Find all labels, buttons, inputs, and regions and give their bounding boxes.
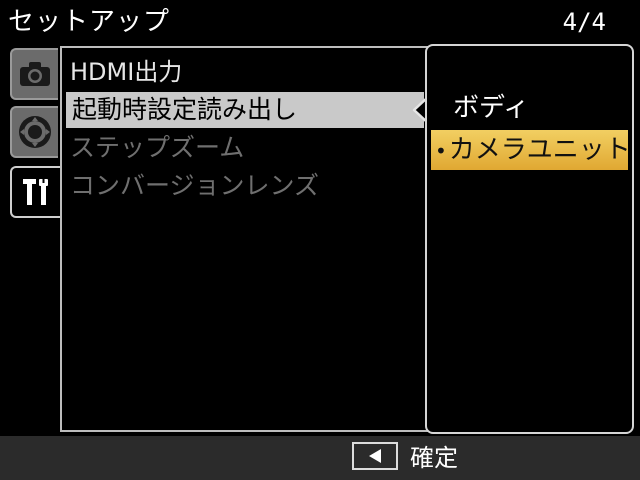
tab-shooting[interactable] <box>10 48 58 100</box>
page-title: セットアップ <box>8 7 171 37</box>
menu-item-hdmi-output[interactable]: HDMI出力 <box>70 54 182 90</box>
option-label: カメラユニット <box>448 135 631 165</box>
menu-item-startup-settings[interactable]: 起動時設定読み出し <box>66 92 424 128</box>
menu-item-conversion-lens[interactable]: コンバージョンレンズ <box>70 168 319 204</box>
menu-panel: HDMI出力 起動時設定読み出し ステップズーム コンバージョンレンズ <box>60 46 432 432</box>
camera-menu-screen: セットアップ 4/4 HDMI出力 起動時設定読み出し ステップズーム コンバー… <box>0 0 640 480</box>
wrench-screwdriver-icon <box>23 179 48 205</box>
tab-setup[interactable] <box>10 166 62 218</box>
tab-playback[interactable] <box>10 106 58 158</box>
left-key-button[interactable] <box>352 442 398 470</box>
confirm-label: 確定 <box>410 444 458 472</box>
option-camera-unit[interactable]: •カメラユニット <box>431 130 631 170</box>
option-body[interactable]: ボディ <box>431 88 628 128</box>
option-label: ボディ <box>453 93 530 123</box>
camera-icon <box>20 62 50 86</box>
footer-bar: 確定 <box>0 436 640 480</box>
submenu-panel: ボディ •カメラユニット <box>425 44 634 434</box>
left-arrow-key-icon <box>369 449 381 463</box>
menu-item-step-zoom[interactable]: ステップズーム <box>70 130 244 166</box>
playback-dial-icon <box>19 116 51 148</box>
page-indicator: 4/4 <box>562 8 606 36</box>
selected-bullet: • <box>435 139 447 163</box>
